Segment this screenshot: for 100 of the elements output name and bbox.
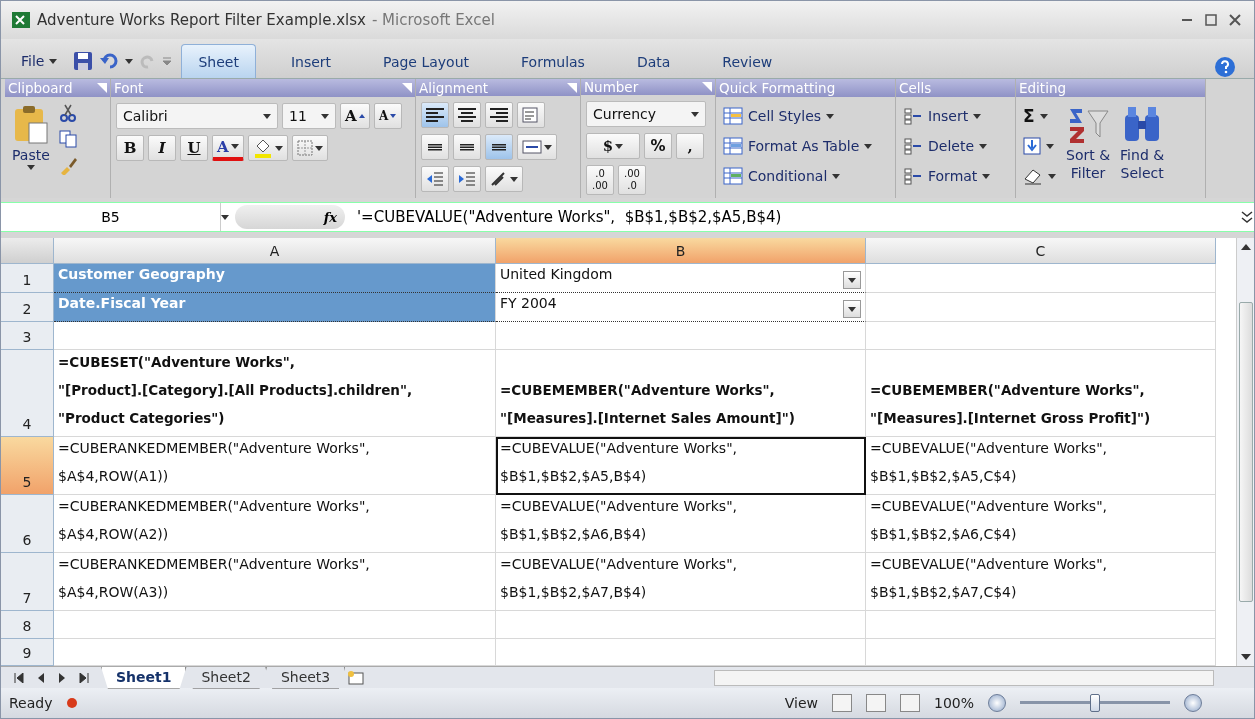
table-cell: =CUBEMEMBER("Adventure Works", "[Measures].[Internet Sales Amount]") bbox=[496, 350, 866, 438]
sheet-tab[interactable]: Sheet1 bbox=[101, 666, 187, 689]
name-box[interactable]: B5 bbox=[1, 203, 221, 232]
paste-button[interactable]: Paste bbox=[10, 103, 52, 193]
align-button[interactable] bbox=[485, 102, 513, 129]
column-header[interactable]: B bbox=[496, 238, 866, 265]
row-header[interactable]: 2 bbox=[1, 293, 54, 323]
merge-button[interactable] bbox=[517, 134, 557, 161]
vertical-align-button[interactable] bbox=[453, 134, 481, 161]
cells-menu-button[interactable]: Insert bbox=[901, 103, 993, 130]
vertical-align-button[interactable] bbox=[421, 134, 449, 161]
row-header[interactable]: 7 bbox=[1, 553, 54, 612]
decrease-indent-button[interactable] bbox=[421, 166, 449, 193]
autosum-button[interactable]: Σ bbox=[1021, 103, 1058, 130]
format-menu-button[interactable]: Cell Styles bbox=[721, 103, 875, 130]
comma-button[interactable]: , bbox=[676, 133, 704, 160]
ribbon-tab[interactable]: Review bbox=[705, 44, 790, 79]
vertical-align-icon bbox=[428, 144, 442, 151]
view-menu[interactable]: View bbox=[784, 695, 818, 712]
vertical-align-button[interactable] bbox=[485, 134, 513, 161]
merge-icon bbox=[522, 139, 542, 156]
window-title: Adventure Works Report Filter Example.xlsx bbox=[37, 10, 366, 29]
vertical-align-icon bbox=[492, 144, 506, 151]
column-header[interactable]: A bbox=[54, 238, 496, 265]
zoom-out-button[interactable] bbox=[988, 694, 1006, 713]
status-text: Ready bbox=[9, 695, 53, 712]
table-icon bbox=[723, 107, 743, 126]
row-header[interactable]: 4 bbox=[1, 350, 54, 438]
dropdown-button[interactable] bbox=[843, 271, 861, 290]
increase-indent-button[interactable] bbox=[453, 166, 481, 193]
group-title: Alignment bbox=[419, 79, 489, 96]
maximize-icon bbox=[1205, 13, 1217, 26]
horizontal-scrollbar[interactable] bbox=[714, 669, 1214, 686]
up-arrow-icon bbox=[1240, 244, 1251, 251]
italic-button[interactable]: I bbox=[148, 135, 176, 162]
formula-field[interactable]: '=CUBEVALUE("Adventure Works", $B$1,$B$2,$A5,B$4) bbox=[351, 208, 1240, 227]
group-title: Cells bbox=[899, 80, 932, 97]
zoom-in-button[interactable] bbox=[1184, 694, 1202, 713]
font-name-combo[interactable]: Calibri bbox=[116, 103, 278, 130]
copy-icon bbox=[57, 129, 78, 150]
ribbon-tab[interactable]: Insert bbox=[273, 44, 349, 79]
number-format-combo[interactable]: Currency bbox=[586, 101, 706, 128]
undo-icon bbox=[99, 52, 120, 71]
row-header[interactable]: 8 bbox=[1, 611, 54, 640]
table-cell: =CUBESET("Adventure Works", "[Product].[Category].[All Products].children", "Product Categories") bbox=[54, 350, 496, 438]
bold-button[interactable]: B bbox=[116, 135, 144, 162]
row-header[interactable]: 6 bbox=[1, 495, 54, 554]
increase-decimal-button[interactable]: .0 .00 bbox=[586, 165, 614, 196]
decrease-decimal-button[interactable]: .00 .0 bbox=[618, 165, 646, 196]
insert-function-button[interactable]: fx bbox=[235, 205, 345, 230]
sheet-tab[interactable]: Sheet3 bbox=[265, 666, 346, 689]
grow-font-button[interactable]: A bbox=[340, 103, 370, 130]
row-header[interactable]: 3 bbox=[1, 322, 54, 351]
row-header[interactable]: 5 bbox=[1, 437, 54, 496]
ribbon-tab[interactable]: Page Layout bbox=[366, 44, 486, 79]
percent-button[interactable]: % bbox=[644, 133, 672, 160]
zoom-slider-thumb[interactable] bbox=[1090, 694, 1100, 713]
caret-icon bbox=[691, 111, 699, 117]
table-icon bbox=[723, 137, 743, 156]
align-button[interactable] bbox=[453, 102, 481, 129]
page-break-view-button[interactable] bbox=[899, 694, 920, 713]
caret-up-icon bbox=[358, 114, 365, 119]
ribbon-tab[interactable]: Formulas bbox=[504, 44, 602, 79]
table-cell: =CUBEVALUE("Adventure Works", $B$1,$B$2,$A7,C$4) bbox=[866, 553, 1216, 612]
orientation-button[interactable] bbox=[485, 166, 523, 193]
vertical-scrollbar[interactable] bbox=[1236, 238, 1254, 667]
wrap-text-icon bbox=[522, 107, 540, 124]
table-cell: United Kingdom bbox=[496, 264, 866, 294]
row-header[interactable]: 9 bbox=[1, 639, 54, 667]
sort-filter-button[interactable]: Sort & Filter bbox=[1064, 103, 1113, 193]
expand-icon bbox=[1240, 210, 1254, 225]
find-select-button[interactable]: Find & Select bbox=[1118, 103, 1167, 193]
customize-icon bbox=[163, 56, 172, 67]
format-menu-button[interactable]: Conditional bbox=[721, 163, 875, 190]
font-size-combo[interactable]: 11 bbox=[282, 103, 336, 130]
last-sheet-icon bbox=[78, 672, 89, 683]
clipboard-icon bbox=[12, 105, 49, 146]
font-color-button[interactable]: A bbox=[212, 135, 244, 162]
ribbon-tab[interactable]: Data bbox=[619, 44, 688, 79]
record-macro-icon bbox=[66, 697, 79, 710]
cells-menu-button[interactable]: Delete bbox=[901, 133, 993, 160]
align-button[interactable] bbox=[421, 102, 449, 129]
currency-button[interactable]: $ bbox=[586, 133, 640, 160]
cells-menu-button[interactable]: Format bbox=[901, 163, 993, 190]
sheet-tab[interactable]: Sheet2 bbox=[186, 666, 266, 689]
shrink-font-button[interactable]: A bbox=[373, 103, 402, 130]
fill-color-button[interactable] bbox=[247, 135, 288, 162]
table-cell: Date.Fiscal Year bbox=[54, 293, 496, 323]
underline-button[interactable]: U bbox=[180, 135, 208, 162]
file-menu[interactable]: File bbox=[15, 44, 64, 79]
row-header[interactable]: 1 bbox=[1, 264, 54, 294]
column-header[interactable]: C bbox=[866, 238, 1216, 265]
align-icon bbox=[458, 108, 476, 123]
ribbon-tab[interactable]: Sheet bbox=[181, 44, 256, 79]
normal-view-button[interactable] bbox=[831, 694, 852, 713]
table-cell: Customer Geography bbox=[54, 264, 496, 294]
dropdown-button[interactable] bbox=[843, 300, 861, 319]
page-layout-view-button[interactable] bbox=[865, 694, 886, 713]
format-menu-button[interactable]: Format As Table bbox=[721, 133, 875, 160]
caret-icon bbox=[832, 173, 841, 179]
